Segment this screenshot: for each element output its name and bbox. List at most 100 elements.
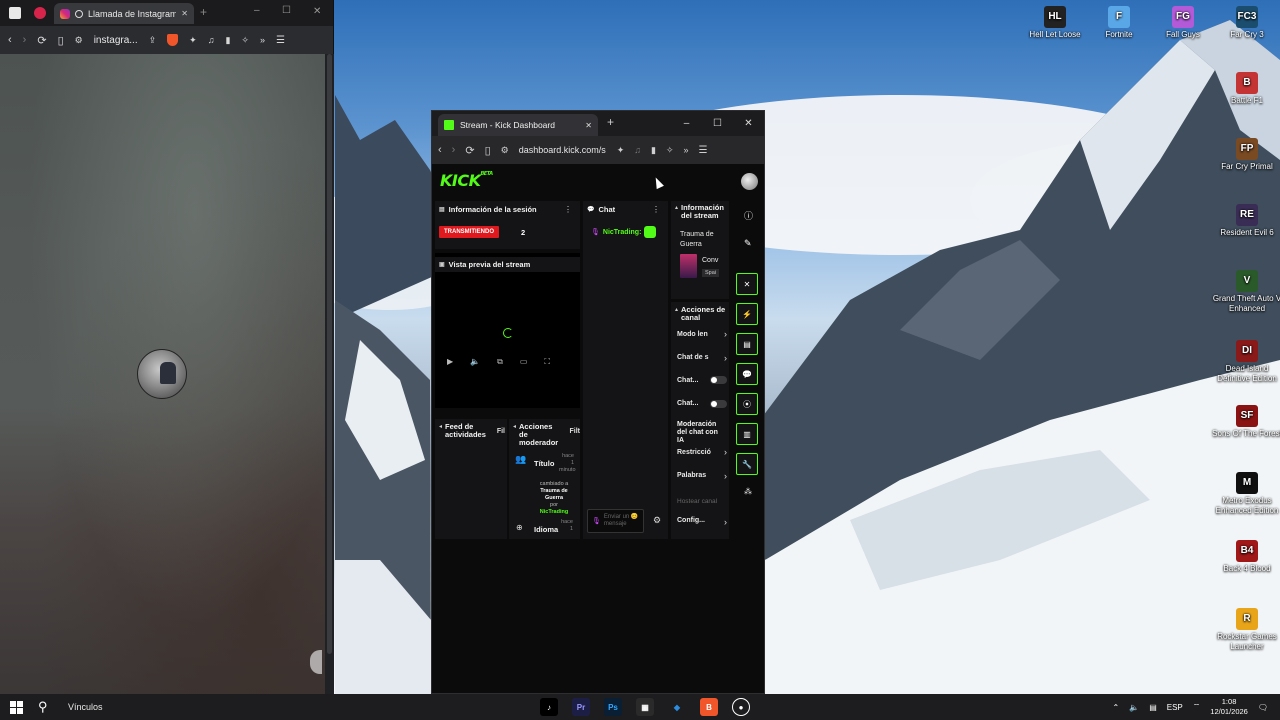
mod-filter-button[interactable]: Filt [570,428,581,435]
desktop-shortcut[interactable]: FG Fall Guys [1148,6,1218,40]
back-icon[interactable]: ‹ [438,144,442,156]
search-icon[interactable]: ⚲ [38,699,58,715]
chevron-up-icon[interactable]: ⌃ [1113,703,1120,712]
sidebar-tool-1[interactable]: ✕ [736,273,758,295]
extensions-icon[interactable]: ✦ [617,145,625,156]
sidebar-tool-6[interactable]: ▥ [736,423,758,445]
desktop-shortcut[interactable]: DI Dead Island Definitive Edition [1212,340,1280,384]
chat-input[interactable]: 🎙 Enviar un 😊 mensaje [587,509,644,533]
channel-action-item[interactable]: Restricció › [677,447,727,457]
toggle-switch[interactable] [710,376,727,384]
site-settings-icon[interactable]: ⚙ [75,35,83,46]
menu-icon[interactable]: ☰ [699,145,708,156]
pip-icon[interactable]: ⧉ [497,357,503,367]
channel-action-item[interactable]: Chat... [677,399,727,408]
edit-icon[interactable]: ✎ [744,238,752,249]
brave-icon[interactable]: B [700,698,718,716]
play-icon[interactable]: ▶ [447,357,453,367]
more-tools-icon[interactable]: » [260,35,265,45]
close-window-button[interactable]: ✕ [313,6,321,17]
fullscreen-icon[interactable]: ⛶ [544,357,550,367]
bookmark-icon[interactable]: ▯ [485,144,491,157]
desktop-shortcut[interactable]: R Rockstar Games Launcher [1212,608,1280,652]
info-icon[interactable]: ⓘ [744,209,753,222]
channel-action-item[interactable]: Chat... [677,376,727,384]
maximize-button[interactable]: ☐ [282,5,291,16]
share-icon[interactable]: ⇪ [149,35,157,46]
leo-icon[interactable]: ✧ [241,35,249,46]
forward-icon[interactable]: › [452,144,456,156]
chat-more-icon[interactable]: ⋮ [652,205,660,214]
more-tools-icon[interactable]: » [684,145,689,155]
sidebar-tool-2[interactable]: ⚡ [736,303,758,325]
volume-icon[interactable]: 🔈 [1129,703,1139,712]
desktop-shortcut[interactable]: F Fortnite [1084,6,1154,40]
maximize-button[interactable]: ☐ [702,111,733,136]
desktop-shortcut[interactable]: FP Far Cry Primal [1212,138,1280,172]
extensions-icon[interactable]: ✦ [189,35,197,46]
desktop-shortcut[interactable]: RE Resident Evil 6 [1212,204,1280,238]
wifi-icon[interactable]: ⌔ [1193,702,1201,712]
photoshop-icon[interactable]: Ps [604,698,622,716]
config-item[interactable]: Config... › [677,517,727,527]
forward-icon[interactable]: › [23,34,27,46]
tab-instagram-call[interactable]: Llamada de Instagram ✕ [54,3,194,24]
menu-icon[interactable]: ☰ [276,35,285,46]
mod-entry-user[interactable]: NicTrading [534,509,574,516]
minimize-button[interactable]: – [254,5,260,16]
media-icon[interactable]: ♫ [634,145,641,155]
reload-icon[interactable]: ⟳ [37,34,46,47]
close-tab-icon[interactable]: ✕ [181,9,188,18]
desktop-shortcut[interactable]: FC3 Far Cry 3 [1212,6,1280,40]
desktop-shortcut[interactable]: SF Sons Of The Forest [1212,405,1280,439]
obs-icon[interactable]: ● [732,698,750,716]
close-window-button[interactable]: ✕ [733,111,764,136]
user-avatar[interactable] [741,173,758,190]
channel-action-item[interactable]: Chat de s › [677,353,727,363]
pinned-tab-icon[interactable] [34,7,46,19]
media-icon[interactable]: ♫ [208,35,215,45]
bookmark-icon[interactable]: ▯ [58,34,64,47]
new-tab-button[interactable]: + [607,115,614,129]
desktop-shortcut[interactable]: B Battle F1 [1212,72,1280,106]
sidebar-more-icon[interactable]: ⁂ [744,487,752,496]
new-tab-button[interactable]: + [200,5,207,19]
desktop-shortcut[interactable]: HL Hell Let Loose [1020,6,1090,40]
close-tab-icon[interactable]: ✕ [585,121,592,130]
tiktok-icon[interactable]: ♪ [540,698,558,716]
scrollbar[interactable] [325,54,334,694]
network-icon[interactable]: ▤ [1149,703,1157,712]
desktop-shortcut[interactable]: B4 Back 4 Blood [1212,540,1280,574]
calendar-icon[interactable]: ▦ [636,698,654,716]
channel-action-item[interactable]: Modo len › [677,329,727,339]
windows-start-icon[interactable] [0,700,32,714]
desktop-shortcut[interactable]: V Grand Theft Auto V Enhanced [1212,270,1280,314]
kick-logo[interactable]: KICKBETA [440,171,493,190]
desktop-shortcut[interactable]: M Metro Exodus Enhanced Edition [1212,472,1280,516]
activity-filter-button[interactable]: Fil [497,428,505,435]
sidebar-icon[interactable]: ▮ [225,35,230,46]
session-more-icon[interactable]: ⋮ [564,205,572,214]
volume-icon[interactable]: 🔈 [470,357,480,367]
language-indicator[interactable]: ESP [1167,703,1183,712]
toggle-switch[interactable] [710,399,727,408]
clock[interactable]: 1:08 12/01/2026 [1210,697,1248,717]
collapse-icon[interactable]: ▴ [675,204,678,220]
minimize-button[interactable]: – [671,111,702,136]
chat-username[interactable]: NicTrading: [603,229,642,236]
browser-menu-icon[interactable] [9,7,21,19]
premiere-icon[interactable]: Pr [572,698,590,716]
channel-action-item[interactable]: Palabras › [677,471,727,481]
tab-kick-dashboard[interactable]: Stream - Kick Dashboard ✕ [438,114,598,136]
sidebar-tool-7[interactable]: 🔧 [736,453,758,475]
sidebar-tool-4[interactable]: 💬 [736,363,758,385]
sidebar-tool-3[interactable]: ▤ [736,333,758,355]
site-settings-icon[interactable]: ⚙ [501,145,509,156]
brave-shield-icon[interactable] [167,34,179,46]
notifications-icon[interactable]: 🗨 [1258,703,1268,712]
address-bar[interactable]: dashboard.kick.com/s [519,145,607,155]
sidebar-tool-5[interactable]: ⦿ [736,393,758,415]
vscode-icon[interactable]: ◆ [668,698,686,716]
leo-icon[interactable]: ✧ [666,145,674,156]
back-icon[interactable]: ‹ [8,34,12,46]
